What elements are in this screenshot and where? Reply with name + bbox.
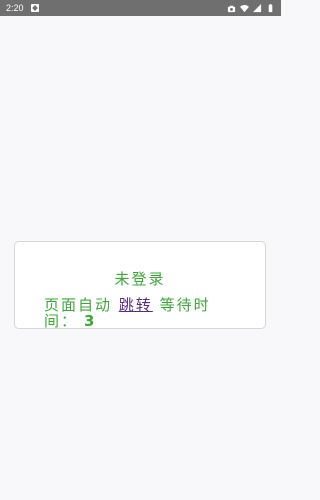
redirect-link[interactable]: 跳转: [119, 296, 153, 314]
status-time: 2:20: [6, 3, 24, 13]
signal-icon: [253, 3, 262, 13]
redirect-message: 页面自动 跳转 等待时间： 3: [44, 297, 244, 329]
not-logged-in-card: 未登录 页面自动 跳转 等待时间： 3: [14, 241, 266, 329]
wifi-icon: [240, 4, 249, 13]
status-bar: 2:20: [0, 0, 281, 16]
dialog-title: 未登录: [114, 270, 166, 288]
notification-icon: [30, 4, 39, 12]
countdown-value: 3: [84, 312, 95, 330]
battery-icon: [266, 3, 275, 13]
camera-icon: [227, 4, 236, 13]
